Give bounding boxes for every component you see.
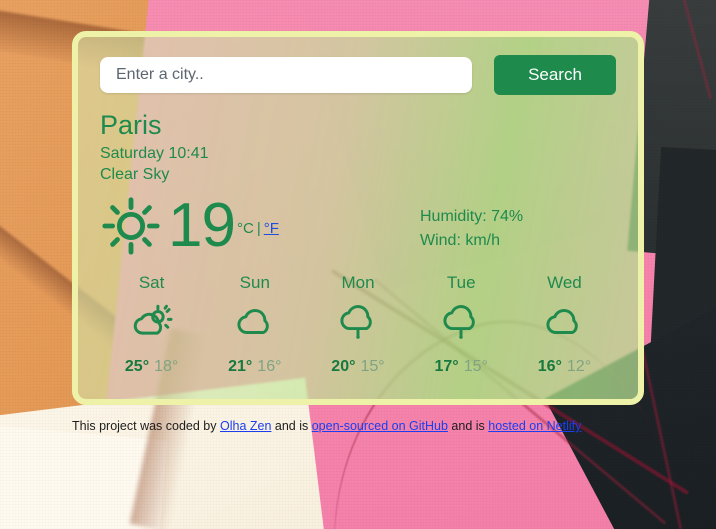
forecast-day-name: Sun [239, 272, 270, 292]
forecast-day: Mon 20° 15° [306, 273, 409, 376]
cloud-icon [237, 308, 269, 334]
forecast-max: 17° [434, 357, 459, 375]
unit-fahrenheit-link[interactable]: °F [264, 220, 279, 237]
forecast-day: Tue 17° 15° [410, 273, 513, 376]
rain-icon [443, 305, 476, 339]
sun-icon [102, 197, 160, 255]
footer-text-1: This project was coded by [72, 419, 220, 433]
footer-credit: This project was coded by Olha Zen and i… [72, 419, 581, 433]
forecast-temps: 16° 12° [513, 358, 616, 376]
cloud-icon [546, 308, 579, 334]
weather-card: Search Paris Saturday 10:41 Clear Sky [72, 31, 644, 405]
forecast-day-name: Mon [341, 272, 375, 292]
city-name: Paris [100, 110, 162, 140]
forecast-row: Sat 25° 18° Sun 21° 16° Mon 20° 15° Tue … [100, 273, 616, 376]
forecast-temps: 21° 16° [203, 358, 306, 376]
forecast-max: 20° [331, 357, 356, 375]
sun-cloud-icon [133, 304, 173, 335]
forecast-day: Sat 25° 18° [100, 273, 203, 376]
weather-description: Clear Sky [100, 165, 170, 183]
forecast-min: 12° [566, 357, 592, 375]
wind-value: Wind: km/h [420, 231, 501, 249]
search-button[interactable]: Search [494, 55, 616, 95]
footer-text-2: and is [271, 419, 312, 433]
rain-icon [340, 305, 372, 339]
footer-link-github[interactable]: open-sourced on GitHub [312, 419, 448, 433]
current-temperature-value: 19 [168, 190, 236, 260]
forecast-day-name: Tue [446, 272, 476, 292]
unit-toggle: °C | °F [237, 220, 279, 237]
forecast-min: 15° [463, 357, 488, 375]
current-temperature-group: 19 °C | °F [100, 190, 400, 260]
current-datetime: Saturday 10:41 [100, 144, 209, 162]
forecast-max: 21° [228, 357, 253, 375]
unit-celsius[interactable]: °C [237, 220, 254, 237]
footer-text-3: and is [447, 419, 489, 433]
forecast-day: Wed 16° 12° [513, 273, 616, 376]
forecast-max: 25° [124, 357, 150, 375]
footer-link-netlify[interactable]: hosted on Netlify [488, 419, 581, 433]
forecast-day-name: Wed [547, 272, 582, 292]
forecast-temps: 20° 15° [306, 358, 409, 376]
city-summary: Paris Saturday 10:41 Clear Sky [100, 110, 616, 185]
forecast-min: 18° [154, 357, 179, 375]
forecast-temps: 25° 18° [100, 358, 203, 376]
forecast-day-name: Sat [138, 272, 165, 292]
search-input[interactable] [100, 57, 472, 93]
current-conditions: 19 °C | °F Humidity: 74% Wind: km/h [100, 190, 616, 260]
search-form: Search [100, 55, 616, 95]
forecast-temps: 17° 15° [410, 358, 513, 376]
forecast-max: 16° [537, 357, 562, 375]
forecast-day: Sun 21° 16° [203, 273, 306, 376]
humidity-value: Humidity: 74% [420, 207, 524, 225]
current-details: Humidity: 74% Wind: km/h [420, 205, 523, 253]
footer-link-author[interactable]: Olha Zen [220, 419, 271, 433]
unit-separator: | [256, 220, 261, 238]
forecast-min: 16° [257, 357, 282, 375]
forecast-min: 15° [360, 357, 385, 375]
